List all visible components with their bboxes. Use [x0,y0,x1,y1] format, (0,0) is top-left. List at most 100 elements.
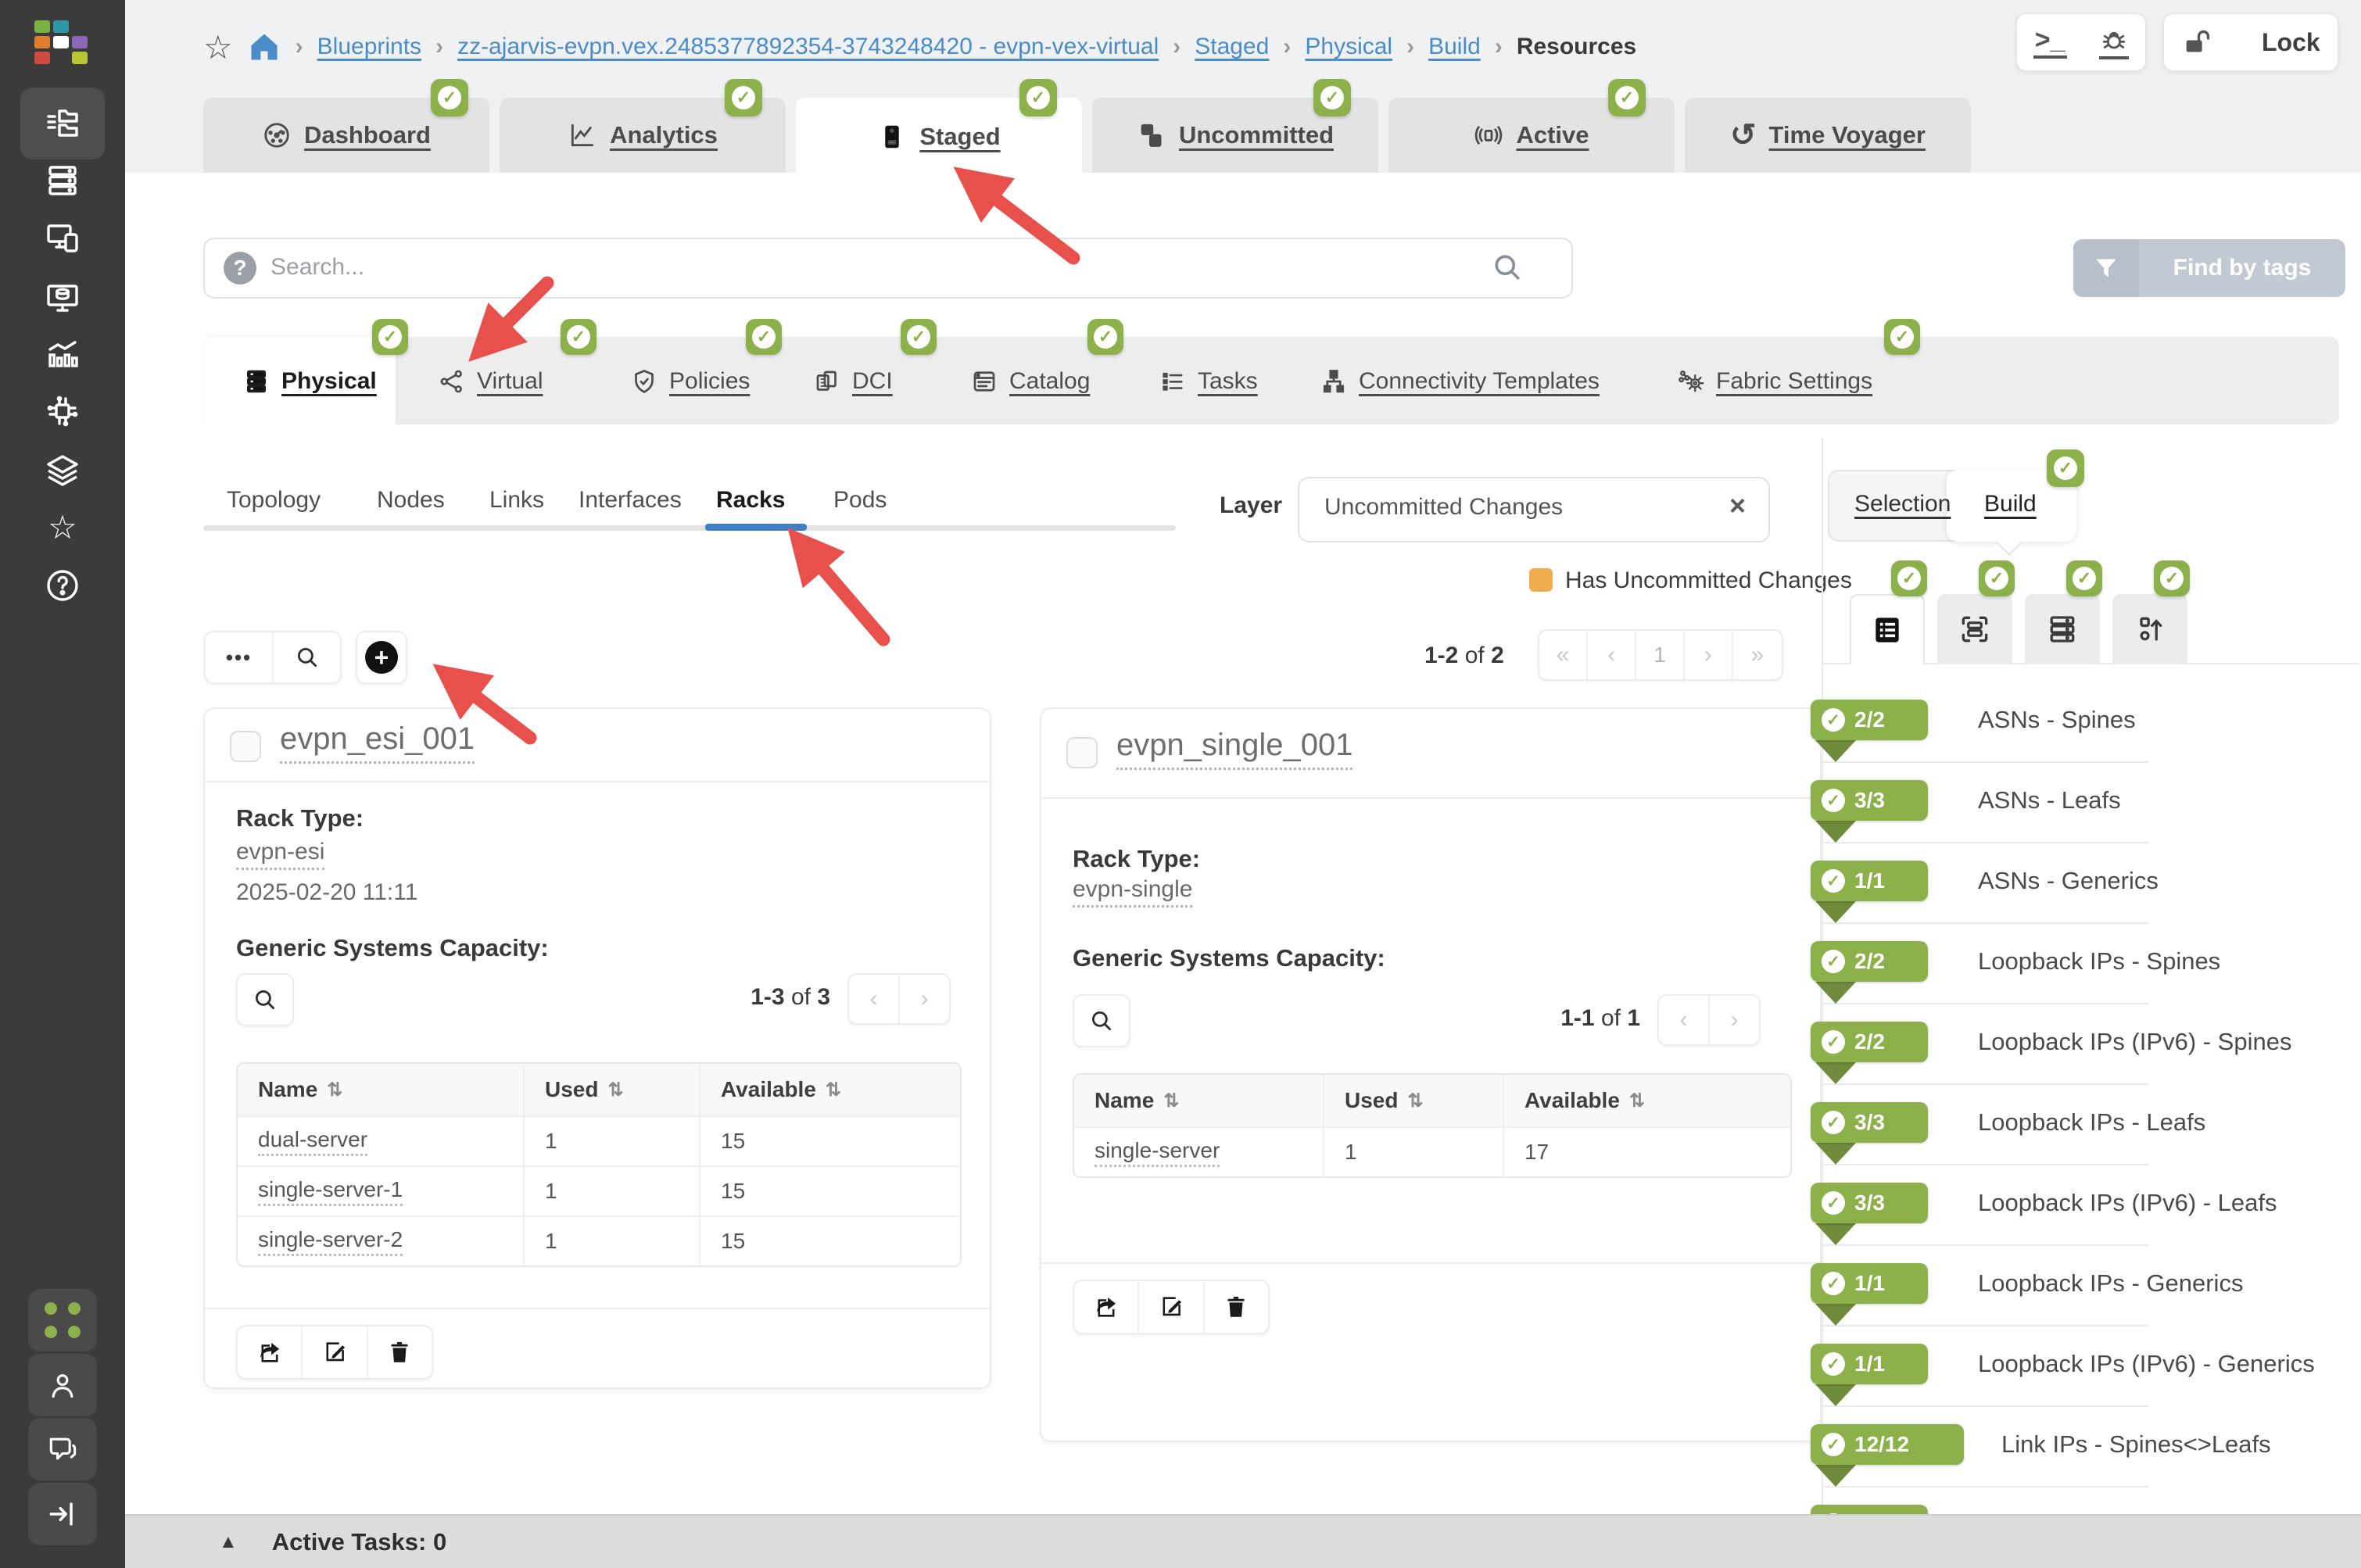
apps-grid-button[interactable] [28,1289,97,1351]
app-logo[interactable] [34,20,91,66]
build-tab-resources-list[interactable] [1850,594,1925,664]
home-icon[interactable] [247,30,281,64]
terminal-icon[interactable]: >_ [2033,26,2067,58]
search-icon[interactable] [1490,250,1524,285]
cell-name[interactable]: single-server [1074,1128,1324,1176]
panel-tab-build[interactable]: Build [1984,491,2037,517]
export-rack-button[interactable] [238,1326,303,1378]
view-tab-topology[interactable]: Topology [227,483,321,517]
last-page-button[interactable]: » [1733,631,1782,679]
build-item-label[interactable]: Loopback IPs - Leafs [1978,1105,2205,1140]
cell-name[interactable]: dual-server [238,1117,525,1165]
build-item-label[interactable]: Link IPs - Spines<>Leafs [2001,1427,2271,1462]
view-tab-racks[interactable]: Racks [716,483,785,517]
collapse-sidebar-button[interactable] [28,1483,97,1545]
column-header-name[interactable]: Name⇅ [1074,1075,1324,1126]
user-profile-button[interactable] [28,1354,97,1416]
rack-actions [236,1325,433,1380]
sub-tab-connectivity-templates[interactable]: Connectivity Templates [1320,363,1600,399]
rack-checkbox[interactable] [1066,737,1098,768]
tab-time-voyager[interactable]: ↺ Time Voyager [1685,98,1971,173]
lock-button[interactable]: Lock [2162,13,2339,72]
build-item-label[interactable]: ASNs - Spines [1978,703,2136,737]
export-rack-button[interactable] [1074,1281,1139,1333]
rack-title[interactable]: evpn_esi_001 [280,721,475,764]
sidebar-item-resources[interactable] [44,277,81,315]
add-rack-button[interactable]: + [357,632,406,682]
sub-tab-catalog[interactable]: Catalog [970,363,1090,399]
breadcrumb-blueprints[interactable]: Blueprints [317,34,421,60]
build-item-label[interactable]: Loopback IPs (IPv6) - Generics [1978,1347,2315,1381]
breadcrumb-blueprint-name[interactable]: zz-ajarvis-evpn.vex.2485377892354-374324… [457,34,1159,60]
sub-tab-physical[interactable]: Physical [242,363,377,399]
rack-checkbox[interactable] [230,731,261,762]
prev-page-button[interactable]: ‹ [1588,631,1636,679]
next-page-button[interactable]: › [1710,996,1759,1044]
prev-page-button[interactable]: ‹ [849,975,900,1023]
rack-type-value[interactable]: evpn-esi [236,839,324,870]
sidebar-item-design[interactable] [44,219,81,256]
rack-type-value[interactable]: evpn-single [1073,876,1192,908]
view-tab-pods[interactable]: Pods [833,483,887,517]
search-input[interactable] [270,242,1443,292]
find-by-tags-button[interactable]: Find by tags [2073,239,2345,297]
sidebar-item-analytics[interactable] [44,335,81,372]
edit-rack-button[interactable] [1139,1281,1204,1333]
prev-page-button[interactable]: ‹ [1659,996,1710,1044]
more-actions-button[interactable]: ••• [206,632,274,682]
view-tab-nodes[interactable]: Nodes [377,483,445,517]
design-icon [44,219,81,256]
feedback-chat-button[interactable] [28,1418,97,1480]
cell-name[interactable]: single-server-2 [238,1217,525,1265]
sub-tab-virtual[interactable]: Virtual [438,363,543,399]
build-tab-devices[interactable] [2025,594,2100,664]
clear-layer-icon[interactable]: × [1729,489,1746,522]
debug-bug-icon[interactable] [2099,25,2129,59]
sidebar-item-help[interactable] [44,567,81,604]
breadcrumb-physical[interactable]: Physical [1305,34,1392,60]
column-header-available[interactable]: Available⇅ [1504,1075,1790,1126]
delete-rack-button[interactable] [1205,1281,1268,1333]
build-item-label[interactable]: ASNs - Leafs [1978,783,2121,818]
search-help-icon[interactable]: ? [224,252,256,285]
build-tab-device-profiles[interactable] [1937,594,2012,664]
favorite-star-icon[interactable]: ☆ [203,28,233,66]
page-number-button[interactable]: 1 [1636,631,1684,679]
sub-tab-dci[interactable]: DCI [813,363,893,399]
breadcrumb-build[interactable]: Build [1428,34,1481,60]
column-header-available[interactable]: Available⇅ [700,1064,960,1115]
breadcrumb-staged[interactable]: Staged [1195,34,1269,60]
view-tab-links[interactable]: Links [489,483,544,517]
active-tasks-bar[interactable]: ▲ Active Tasks: 0 [125,1514,2361,1568]
column-header-used[interactable]: Used⇅ [525,1064,700,1115]
search-racks-button[interactable] [274,632,340,682]
build-item-label[interactable]: Loopback IPs (IPv6) - Spines [1978,1025,2291,1059]
sidebar-item-platform[interactable] [44,451,81,489]
next-page-button[interactable]: › [1685,631,1733,679]
build-tab-config-push[interactable] [2112,594,2187,664]
panel-tab-selection[interactable]: Selection [1854,491,1951,517]
rack-title[interactable]: evpn_single_001 [1116,728,1352,770]
capacity-search-button[interactable] [1074,996,1129,1046]
next-page-button[interactable]: › [900,975,949,1023]
build-item-label[interactable]: Loopback IPs - Generics [1978,1266,2243,1301]
capacity-search-button[interactable] [238,975,292,1025]
view-tab-interfaces[interactable]: Interfaces [579,483,682,517]
sidebar-item-favorites[interactable]: ☆ [44,508,81,546]
sidebar-item-external-systems[interactable] [44,392,81,430]
sidebar-item-devices[interactable] [44,162,81,199]
edit-rack-button[interactable] [303,1326,367,1378]
column-header-used[interactable]: Used⇅ [1324,1075,1504,1126]
sub-tab-fabric-settings[interactable]: Fabric Settings [1677,363,1872,399]
build-item-label[interactable]: Loopback IPs (IPv6) - Leafs [1978,1186,2277,1220]
build-item-label[interactable]: ASNs - Generics [1978,864,2159,898]
sidebar-item-blueprints[interactable] [44,105,81,142]
sub-tab-tasks[interactable]: Tasks [1159,363,1258,399]
first-page-button[interactable]: « [1539,631,1588,679]
cell-name[interactable]: single-server-1 [238,1167,525,1215]
build-item-label[interactable]: Loopback IPs - Spines [1978,944,2220,979]
column-header-name[interactable]: Name⇅ [238,1064,525,1115]
delete-rack-button[interactable] [368,1326,432,1378]
chevron-right-icon: › [921,986,929,1012]
sub-tab-policies[interactable]: Policies [630,363,750,399]
